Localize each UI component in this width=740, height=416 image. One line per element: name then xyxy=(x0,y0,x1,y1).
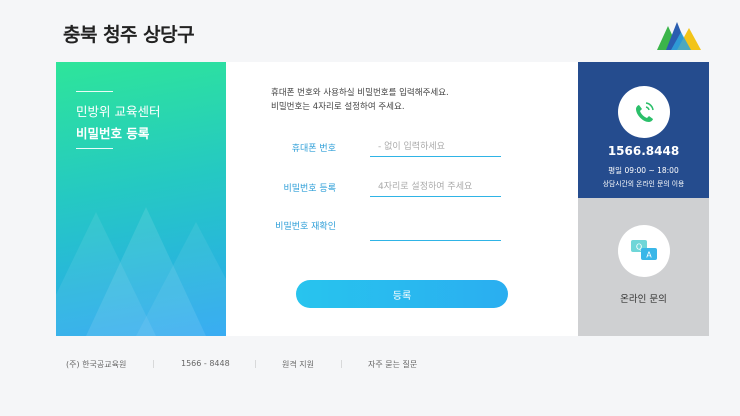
mountain-logo xyxy=(657,22,701,50)
banner-title: 비밀번호 등록 xyxy=(76,126,150,141)
footer-company: (주) 한국공교육원 xyxy=(66,360,127,369)
left-banner: 민방위 교육센터 비밀번호 등록 xyxy=(56,62,226,336)
confirm-password-label: 비밀번호 재확인 xyxy=(275,222,336,232)
password-input[interactable] xyxy=(370,177,501,197)
password-label: 비밀번호 등록 xyxy=(283,184,336,194)
footer-divider: | xyxy=(152,359,155,368)
inquiry-icon-circle: Q A xyxy=(618,225,670,277)
page-title: 충북 청주 상당구 xyxy=(63,24,195,46)
footer-phone: 1566 - 8448 xyxy=(181,359,230,368)
online-inquiry-panel[interactable]: Q A 온라인 문의 xyxy=(578,198,709,336)
online-inquiry-label: 온라인 문의 xyxy=(620,294,667,305)
phone-contact-panel[interactable]: 1566.8448 평일 09:00 ~ 18:00 상담시간외 온라인 문의 … xyxy=(578,62,709,198)
phone-label: 휴대폰 번호 xyxy=(291,144,336,154)
register-button[interactable]: 등록 xyxy=(296,280,508,308)
banner-subtitle: 민방위 교육센터 xyxy=(76,104,161,119)
confirm-password-input[interactable] xyxy=(370,221,501,241)
footer-faq-link[interactable]: 자주 묻는 질문 xyxy=(368,359,417,370)
after-hours-note: 상담시간외 온라인 문의 이용 xyxy=(602,180,685,188)
top-divider xyxy=(76,91,113,92)
business-hours: 평일 09:00 ~ 18:00 xyxy=(608,166,679,175)
svg-text:A: A xyxy=(646,251,652,260)
instruction-line-2: 비밀번호는 4자리로 설정하여 주세요. xyxy=(271,102,405,112)
bottom-divider xyxy=(76,148,113,149)
footer-remote-support-link[interactable]: 원격 지원 xyxy=(282,359,314,370)
footer-divider: | xyxy=(254,359,257,368)
phone-icon-circle xyxy=(618,86,670,138)
qa-chat-icon: Q A xyxy=(631,240,657,260)
footer-divider: | xyxy=(340,359,343,368)
instruction-line-1: 휴대폰 번호와 사용하실 비밀번호를 입력해주세요. xyxy=(271,88,449,98)
phone-input[interactable] xyxy=(370,137,501,157)
phone-number: 1566.8448 xyxy=(607,144,680,158)
phone-icon xyxy=(636,102,654,122)
